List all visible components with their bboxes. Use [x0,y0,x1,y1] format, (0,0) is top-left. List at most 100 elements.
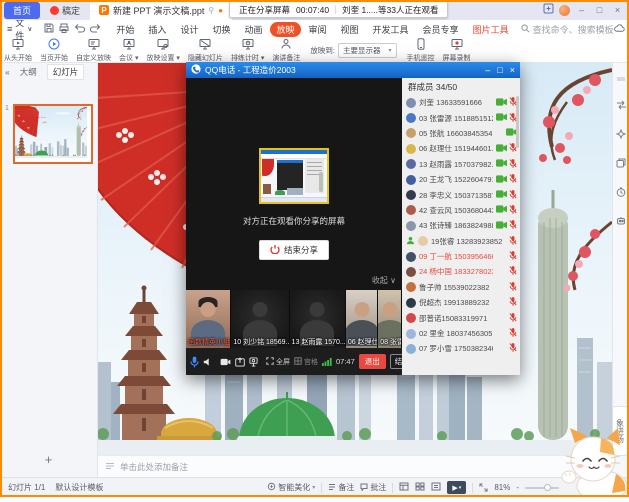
qq-minimize-button[interactable]: – [485,65,490,75]
video-tile[interactable]: 函数精英小组 [186,290,231,348]
member-row[interactable]: 13 赵雨露 157037982... [406,157,517,172]
mic-muted-icon[interactable] [509,342,517,355]
camera-icon[interactable] [220,358,231,366]
member-row[interactable]: 倪超杰 19913889232 [406,295,517,310]
menu-item[interactable]: 切换 [206,22,236,37]
pin-icon[interactable]: ⚲ [208,6,214,15]
slide-sorter-icon[interactable] [415,482,425,493]
reading-view-icon[interactable] [431,482,441,493]
ribbon-button[interactable]: 会议 ▾ [115,38,142,63]
gaoding-tab[interactable]: 稿定 [40,0,90,20]
tab-outline[interactable]: 大纲 [15,65,42,79]
mic-muted-icon[interactable] [509,173,517,186]
member-row[interactable]: 07 罗小雪 1750382346... [406,341,517,356]
fullscreen-button[interactable]: 全屏 [266,357,290,367]
camera-on-icon[interactable] [496,98,507,108]
redo-icon[interactable] [90,23,101,35]
member-row[interactable]: 06 赵理仕 151944601... [406,141,517,156]
switch-window-icon[interactable] [543,1,554,19]
sync-status[interactable]: 未同步 [614,23,629,36]
member-row[interactable]: 邵普诺15083319971 [406,310,517,325]
exit-button[interactable]: 退出 [359,354,386,369]
member-scrollbar[interactable] [516,96,519,148]
menu-item[interactable]: 图片工具 [467,22,515,37]
video-tile[interactable]: 08 张雷 [378,290,402,348]
animation-pane-icon[interactable] [616,126,626,144]
grid-view-button[interactable]: 宫格 [294,357,318,367]
rail-drag-handle[interactable] [616,68,626,86]
camera-on-icon[interactable] [496,144,507,154]
mic-muted-icon[interactable] [509,281,517,294]
restore-button[interactable]: □ [593,5,606,15]
collapse-call-link[interactable]: 收起 ∨ [372,275,396,286]
selection-pane-icon[interactable] [616,155,626,173]
timer-pane-icon[interactable] [616,184,626,202]
menu-item[interactable]: 设计 [174,22,204,37]
member-row[interactable]: 鲁子帅 15539022382 [406,280,517,295]
camera-on-icon[interactable] [496,221,507,231]
camera-on-icon[interactable] [496,205,507,215]
end-share-button[interactable]: 结束分享 [259,240,329,260]
mic-muted-icon[interactable] [509,296,517,309]
comments-toggle[interactable]: 批注 [360,482,386,493]
close-button[interactable]: × [611,5,624,15]
mic-muted-icon[interactable] [509,327,517,340]
mic-muted-icon[interactable] [509,189,517,202]
camera-on-icon[interactable] [496,175,507,185]
member-row[interactable]: 19张睿 13283923852 [406,234,517,249]
slide-thumbnail[interactable] [13,104,93,164]
qq-call-window[interactable]: QQ电话 - 工程造价2003 – □ × [186,62,520,375]
video-tile[interactable]: 13 赵雨露 1570... [290,290,346,348]
ribbon-button[interactable]: 隐藏幻灯片 [184,38,227,63]
menu-item[interactable]: 开发工具 [367,22,415,37]
document-tab[interactable]: P 新建 PPT 演示文稿.ppt ⚲ ● [90,0,232,20]
cat-mascot[interactable] [556,424,629,502]
qq-close-button[interactable]: × [510,65,515,75]
fit-zoom-icon[interactable] [479,483,488,492]
zoom-level[interactable]: 81% [494,483,510,492]
tab-slides[interactable]: 幻灯片 [47,64,85,80]
ribbon-button[interactable]: 排练计时 ▾ [227,38,268,63]
ribbon-button[interactable]: 放映设置 ▾ [142,38,183,63]
video-tile[interactable]: 06 赵理仕 [346,290,378,348]
display-select[interactable]: 主要显示器 ▾ [338,43,397,58]
video-tile[interactable]: 10 刘少铭 18569... [231,290,289,348]
qq-maximize-button[interactable]: □ [497,65,502,75]
member-row[interactable]: 刘奎 13633591666 [406,95,517,110]
zoom-slider-knob[interactable] [544,484,551,491]
member-row[interactable]: 05 张航 16603845354... [406,126,517,141]
template-name[interactable]: 默认设计模板 [55,482,103,493]
mic-icon[interactable] [190,356,199,368]
member-row[interactable]: 42 查云风 15036804434 [406,203,517,218]
zoom-out-button[interactable]: - [516,483,519,492]
member-row[interactable]: 24 杨中国 1833278023... [406,264,517,279]
normal-view-icon[interactable] [399,482,409,493]
assistant-pane-icon[interactable] [616,213,626,231]
menu-item[interactable]: 插入 [142,22,172,37]
mic-muted-icon[interactable] [509,265,517,278]
mic-muted-icon[interactable] [509,204,517,217]
ribbon-button[interactable]: 当页开始 [36,38,72,63]
undo-icon[interactable] [74,23,85,35]
minimize-button[interactable]: – [575,5,588,15]
menu-item[interactable]: 会员专享 [417,22,465,37]
mic-muted-icon[interactable] [509,219,517,232]
notes-toggle[interactable]: 备注 [328,482,354,493]
mic-muted-icon[interactable] [509,250,517,263]
print-icon[interactable] [59,23,69,35]
device-icon[interactable] [249,357,258,367]
member-row[interactable]: 20 王龙飞 1522604791... [406,172,517,187]
zoom-slider[interactable] [525,487,559,489]
member-row[interactable]: 09 丁一航 1503956466... [406,249,517,264]
camera-on-icon[interactable] [496,190,507,200]
share-screen-icon[interactable] [235,357,245,367]
member-row[interactable]: 02 里金 18037456305 [406,326,517,341]
user-avatar[interactable] [559,5,570,16]
ribbon-button[interactable]: 自定义放映 [72,38,115,63]
ribbon-button[interactable]: 手机遥控 [403,38,439,63]
slideshow-play-button[interactable]: ▶▾ [447,481,466,494]
notes-bar[interactable]: 单击此处添加备注 [97,455,612,477]
beautify-button[interactable]: 智能美化 ▾ [267,482,315,493]
camera-on-icon[interactable] [496,159,507,169]
menu-item[interactable]: 审阅 [303,22,333,37]
